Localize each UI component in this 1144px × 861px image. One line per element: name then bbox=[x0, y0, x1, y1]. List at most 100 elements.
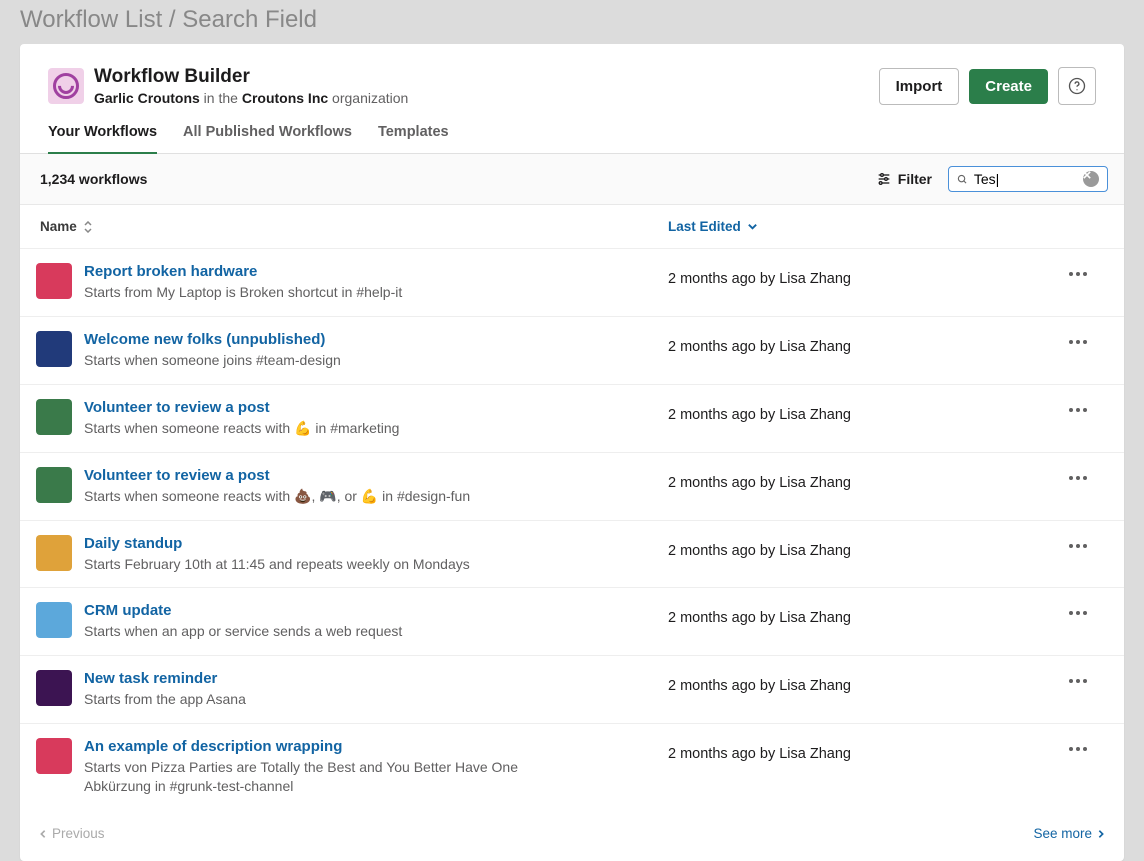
row-actions bbox=[1048, 602, 1108, 616]
workflow-description: Starts when an app or service sends a we… bbox=[84, 622, 544, 641]
header: Workflow Builder Garlic Croutons in the … bbox=[20, 44, 1124, 106]
last-edited-text: 2 months ago by Lisa Zhang bbox=[668, 670, 1048, 694]
create-button[interactable]: Create bbox=[969, 69, 1048, 104]
last-edited-text: 2 months ago by Lisa Zhang bbox=[668, 738, 1048, 762]
workflow-title[interactable]: Volunteer to review a post bbox=[84, 399, 648, 416]
last-edited-text: 2 months ago by Lisa Zhang bbox=[668, 535, 1048, 559]
more-actions-button[interactable] bbox=[1068, 407, 1088, 413]
dots-horizontal-icon bbox=[1068, 610, 1088, 616]
workflow-color-icon bbox=[36, 263, 72, 299]
last-edited-text: 2 months ago by Lisa Zhang bbox=[668, 331, 1048, 355]
search-box[interactable] bbox=[948, 166, 1108, 192]
row-main: An example of description wrappingStarts… bbox=[84, 738, 668, 796]
tab-templates[interactable]: Templates bbox=[378, 124, 449, 153]
workflow-title[interactable]: New task reminder bbox=[84, 670, 648, 687]
workflow-count: 1,234 workflows bbox=[36, 171, 876, 187]
column-name[interactable]: Name bbox=[36, 219, 668, 234]
row-actions bbox=[1048, 535, 1108, 549]
workflow-description: Starts from My Laptop is Broken shortcut… bbox=[84, 283, 544, 302]
table-row: Report broken hardware Starts from My Lap… bbox=[20, 248, 1124, 316]
sliders-icon bbox=[876, 171, 892, 187]
workflow-title[interactable]: An example of description wrapping bbox=[84, 738, 648, 755]
row-actions bbox=[1048, 263, 1108, 277]
tab-your-workflows[interactable]: Your Workflows bbox=[48, 124, 157, 154]
last-edited-text: 2 months ago by Lisa Zhang bbox=[668, 399, 1048, 423]
column-last-edited-label: Last Edited bbox=[668, 219, 741, 234]
row-main: Welcome new folks (unpublished) Starts wh… bbox=[84, 331, 668, 370]
dots-horizontal-icon bbox=[1068, 543, 1088, 549]
workflow-description: Starts from the app Asana bbox=[84, 690, 544, 709]
row-actions bbox=[1048, 399, 1108, 413]
table-row: Daily standup Starts February 10th at 11:… bbox=[20, 520, 1124, 588]
more-actions-button[interactable] bbox=[1068, 610, 1088, 616]
more-actions-button[interactable] bbox=[1068, 746, 1088, 752]
workflow-color-icon bbox=[36, 399, 72, 435]
clear-search-button[interactable] bbox=[1083, 171, 1099, 187]
toolbar: 1,234 workflows Filter bbox=[20, 154, 1124, 205]
subtitle-connector: in the bbox=[200, 90, 242, 106]
last-edited-text: 2 months ago by Lisa Zhang bbox=[668, 467, 1048, 491]
row-actions bbox=[1048, 670, 1108, 684]
workflow-title[interactable]: CRM update bbox=[84, 602, 648, 619]
workflow-description: Starts when someone reacts with 💪 in #ma… bbox=[84, 419, 544, 438]
more-actions-button[interactable] bbox=[1068, 271, 1088, 277]
row-main: New task reminder Starts from the app Asa… bbox=[84, 670, 668, 709]
workflow-title[interactable]: Welcome new folks (unpublished) bbox=[84, 331, 648, 348]
previous-button[interactable]: Previous bbox=[38, 826, 105, 841]
more-actions-button[interactable] bbox=[1068, 543, 1088, 549]
dots-horizontal-icon bbox=[1068, 475, 1088, 481]
tabs: Your Workflows All Published Workflows T… bbox=[20, 106, 1124, 154]
row-actions bbox=[1048, 738, 1108, 752]
workflow-title[interactable]: Volunteer to review a post bbox=[84, 467, 648, 484]
table-row: New task reminder Starts from the app Asa… bbox=[20, 655, 1124, 723]
more-actions-button[interactable] bbox=[1068, 475, 1088, 481]
table-row: Volunteer to review a post Starts when so… bbox=[20, 384, 1124, 452]
see-more-label: See more bbox=[1033, 826, 1092, 841]
workflow-color-icon bbox=[36, 602, 72, 638]
workflow-description: Starts when someone reacts with 💩, 🎮, or… bbox=[84, 487, 544, 506]
filter-button[interactable]: Filter bbox=[876, 171, 932, 187]
more-actions-button[interactable] bbox=[1068, 339, 1088, 345]
app-container: Workflow Builder Garlic Croutons in the … bbox=[20, 44, 1124, 861]
workflow-description: Starts February 10th at 11:45 and repeat… bbox=[84, 555, 544, 574]
org-name: Croutons Inc bbox=[242, 90, 328, 106]
import-button[interactable]: Import bbox=[879, 68, 960, 105]
close-icon bbox=[1083, 171, 1091, 179]
page-subtitle: Garlic Croutons in the Croutons Inc orga… bbox=[94, 90, 879, 106]
tab-all-published[interactable]: All Published Workflows bbox=[183, 124, 352, 153]
dots-horizontal-icon bbox=[1068, 746, 1088, 752]
row-actions bbox=[1048, 331, 1108, 345]
more-actions-button[interactable] bbox=[1068, 678, 1088, 684]
workflow-color-icon bbox=[36, 738, 72, 774]
table-header: Name Last Edited bbox=[20, 205, 1124, 248]
dots-horizontal-icon bbox=[1068, 339, 1088, 345]
row-main: Daily standup Starts February 10th at 11:… bbox=[84, 535, 668, 574]
dots-horizontal-icon bbox=[1068, 678, 1088, 684]
workflow-color-icon bbox=[36, 467, 72, 503]
table-row: An example of description wrappingStarts… bbox=[20, 723, 1124, 810]
row-main: Volunteer to review a post Starts when so… bbox=[84, 467, 668, 506]
workflow-description: Starts when someone joins #team-design bbox=[84, 351, 544, 370]
workflow-color-icon bbox=[36, 670, 72, 706]
row-main: CRM update Starts when an app or service … bbox=[84, 602, 668, 641]
column-last-edited[interactable]: Last Edited bbox=[668, 219, 1048, 234]
search-icon bbox=[957, 172, 968, 187]
workflow-title[interactable]: Report broken hardware bbox=[84, 263, 648, 280]
workflow-list: Report broken hardware Starts from My Lap… bbox=[20, 248, 1124, 810]
sort-icon bbox=[83, 221, 93, 233]
table-row: Welcome new folks (unpublished) Starts wh… bbox=[20, 316, 1124, 384]
title-group: Workflow Builder Garlic Croutons in the … bbox=[94, 66, 879, 106]
column-name-label: Name bbox=[40, 219, 77, 234]
last-edited-text: 2 months ago by Lisa Zhang bbox=[668, 602, 1048, 626]
dots-horizontal-icon bbox=[1068, 271, 1088, 277]
chevron-right-icon bbox=[1096, 829, 1106, 839]
row-main: Volunteer to review a post Starts when so… bbox=[84, 399, 668, 438]
copyright-circle-icon bbox=[53, 73, 79, 99]
last-edited-text: 2 months ago by Lisa Zhang bbox=[668, 263, 1048, 287]
see-more-button[interactable]: See more bbox=[1033, 826, 1106, 841]
page-annotation-label: Workflow List / Search Field bbox=[0, 0, 1144, 44]
search-input[interactable] bbox=[974, 171, 1077, 187]
workflow-title[interactable]: Daily standup bbox=[84, 535, 648, 552]
help-button[interactable] bbox=[1058, 67, 1096, 105]
app-logo bbox=[48, 68, 84, 104]
